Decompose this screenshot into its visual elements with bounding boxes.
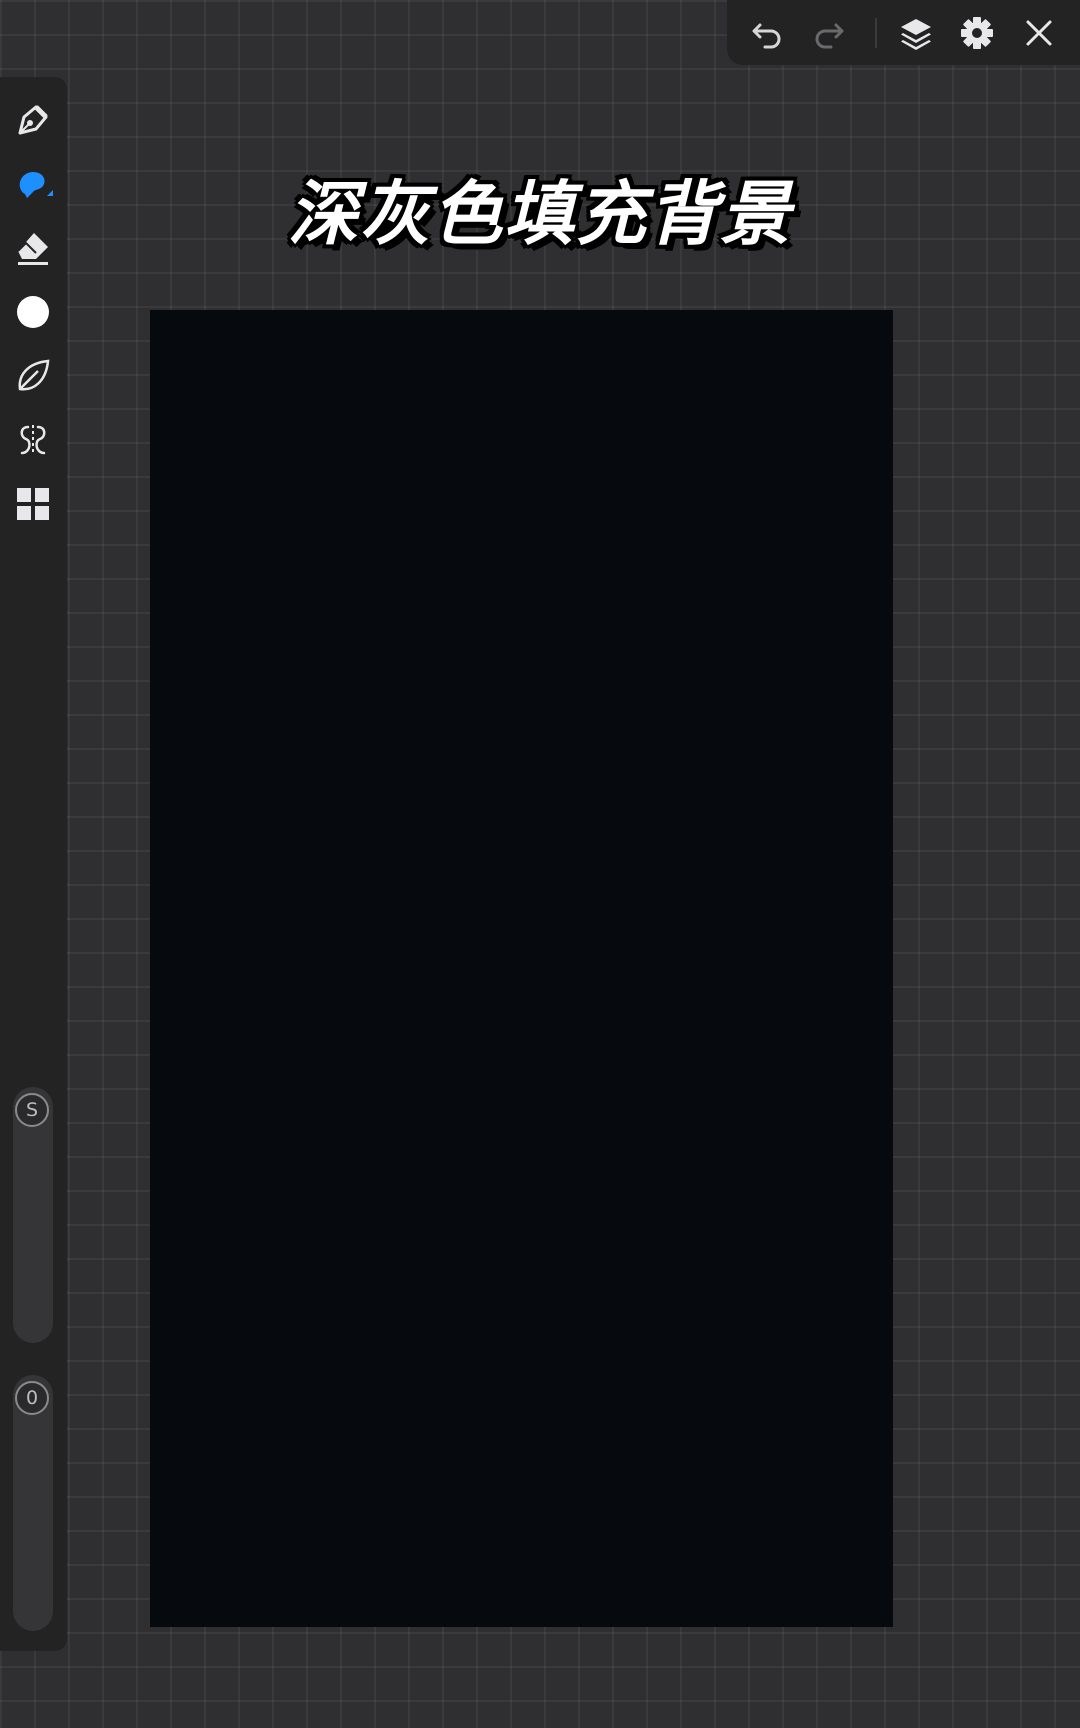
symmetry-tool[interactable] — [12, 419, 54, 461]
close-button[interactable] — [1019, 13, 1059, 53]
symmetry-icon — [20, 425, 46, 455]
top-toolbar — [727, 0, 1080, 65]
opacity-handle[interactable]: 0 — [15, 1381, 49, 1415]
lasso-leaf-icon — [18, 359, 50, 391]
selection-tool[interactable] — [12, 355, 54, 397]
grid-icon — [17, 488, 49, 520]
toolbar-divider — [875, 18, 877, 48]
overlay-caption: 深灰色填充背景 — [288, 173, 792, 255]
color-circle-icon — [17, 296, 49, 328]
pen-nib-icon — [18, 105, 48, 135]
gallery-tool[interactable] — [12, 483, 54, 525]
undo-button[interactable] — [747, 13, 787, 53]
left-tool-sidebar: S 0 — [0, 77, 67, 1651]
layers-icon — [901, 19, 931, 50]
paint-brush-tool[interactable] — [12, 99, 54, 141]
brush-size-handle[interactable]: S — [15, 1093, 49, 1127]
opacity-label: 0 — [25, 1387, 39, 1409]
layers-button[interactable] — [896, 13, 936, 53]
undo-icon — [752, 23, 781, 49]
gear-icon — [961, 17, 993, 49]
settings-button[interactable] — [957, 13, 997, 53]
close-icon — [1026, 20, 1052, 46]
color-tool[interactable] — [12, 291, 54, 333]
size-label: S — [25, 1099, 39, 1121]
drawing-canvas[interactable] — [150, 310, 893, 1627]
redo-button[interactable] — [809, 13, 849, 53]
redo-icon — [815, 23, 844, 49]
